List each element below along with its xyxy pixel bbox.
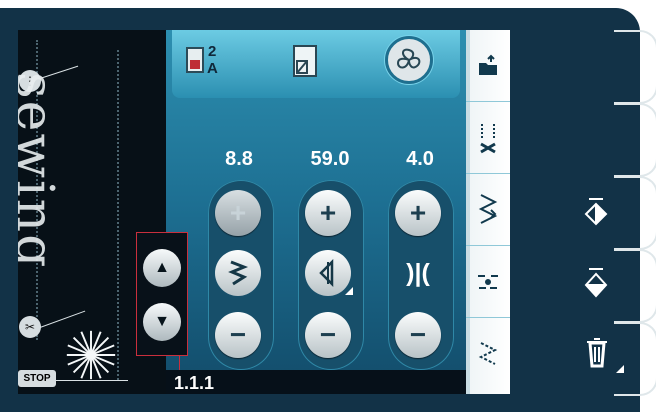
thread-cutter-button[interactable] (466, 102, 510, 174)
page-layer-svg-icon (293, 45, 317, 77)
hardware-button-frame-3[interactable] (614, 176, 656, 250)
delete-button[interactable] (580, 335, 624, 373)
thread-cutter-icon (480, 123, 496, 153)
stitch-density-value: 4.0 (406, 148, 434, 170)
screen-letter: A (207, 60, 218, 77)
length-control-column: + − (298, 180, 364, 370)
hardware-button-frame-4[interactable] (614, 249, 656, 323)
starburst-stitch-icon (66, 330, 116, 380)
hardware-button-frame-2[interactable] (614, 103, 656, 177)
mirror-horizontal-button[interactable] (579, 195, 613, 229)
mirror-vertical-button[interactable] (579, 266, 613, 300)
zigzag-width-button[interactable] (215, 250, 261, 296)
arrow-up-icon: ▲ (154, 259, 170, 276)
stitch-program-icon (478, 342, 498, 365)
folder-save-icon (479, 54, 497, 75)
stitch-length-value: 59.0 (310, 148, 350, 170)
pattern-merge-button[interactable] (466, 246, 510, 318)
density-minus-button[interactable]: − (395, 312, 441, 358)
stitch-angle-button[interactable] (305, 250, 353, 296)
save-stitch-button[interactable] (466, 30, 510, 102)
pattern-repeat-button[interactable] (466, 174, 510, 246)
stitch-number-label: 1.1.1 (174, 373, 215, 393)
pattern-merge-icon (478, 274, 498, 289)
touch-screen: ⋮ sewing ✂ STOP 2 A 8.8 59.0 4.0 + − + −… (18, 30, 510, 394)
arrow-down-icon: ▼ (154, 313, 170, 330)
length-minus-button[interactable]: − (305, 312, 351, 358)
density-control-column: + )|( − (388, 180, 454, 370)
width-plus-button[interactable]: + (215, 190, 261, 236)
scroll-up-button[interactable]: ▲ (143, 249, 181, 287)
hardware-button-frame-5[interactable] (614, 322, 656, 396)
stitch-options-button[interactable] (385, 36, 433, 84)
status-bar: 1.1.1 (166, 370, 466, 394)
stitch-settings-panel: 2 A 8.8 59.0 4.0 + − + − +)|(− (166, 30, 466, 394)
more-options-corner-icon (345, 287, 353, 295)
right-tool-sidebar (466, 30, 510, 394)
triangle-stitch-icon (319, 259, 334, 287)
stitch-screen-icon[interactable]: 2 A (186, 42, 220, 77)
single-layer-icon[interactable] (290, 44, 324, 78)
mirror-horizontal-icon (584, 198, 608, 226)
stitch-program-button[interactable] (466, 318, 510, 390)
pattern-repeat-icon (478, 193, 498, 224)
width-minus-button[interactable]: − (215, 312, 261, 358)
stop-pointer-line (56, 380, 128, 381)
scroll-down-button[interactable]: ▼ (143, 303, 181, 341)
scissors-marker-icon[interactable]: ✂ (19, 316, 41, 338)
width-control-column: + − (208, 180, 274, 370)
hardware-button-frame-1[interactable] (614, 30, 656, 104)
screen-number: 2 (208, 43, 217, 60)
top-function-strip: 2 A (172, 30, 460, 98)
scroll-controls-highlight: ▲ ▼ (136, 232, 188, 356)
trash-icon (587, 338, 607, 368)
delete-options-corner-icon (616, 365, 624, 373)
stitch-width-value: 8.8 (225, 148, 253, 170)
mirror-vertical-icon (584, 268, 608, 298)
mirror-button[interactable]: )|( (395, 250, 441, 296)
length-plus-button[interactable]: + (305, 190, 351, 236)
density-plus-button[interactable]: + (395, 190, 441, 236)
fan-icon (396, 48, 421, 69)
zigzag-icon (228, 260, 249, 286)
stop-marker[interactable]: STOP (18, 370, 56, 387)
sewing-machine-display: ⋮ sewing ✂ STOP 2 A 8.8 59.0 4.0 + − + −… (0, 0, 656, 418)
